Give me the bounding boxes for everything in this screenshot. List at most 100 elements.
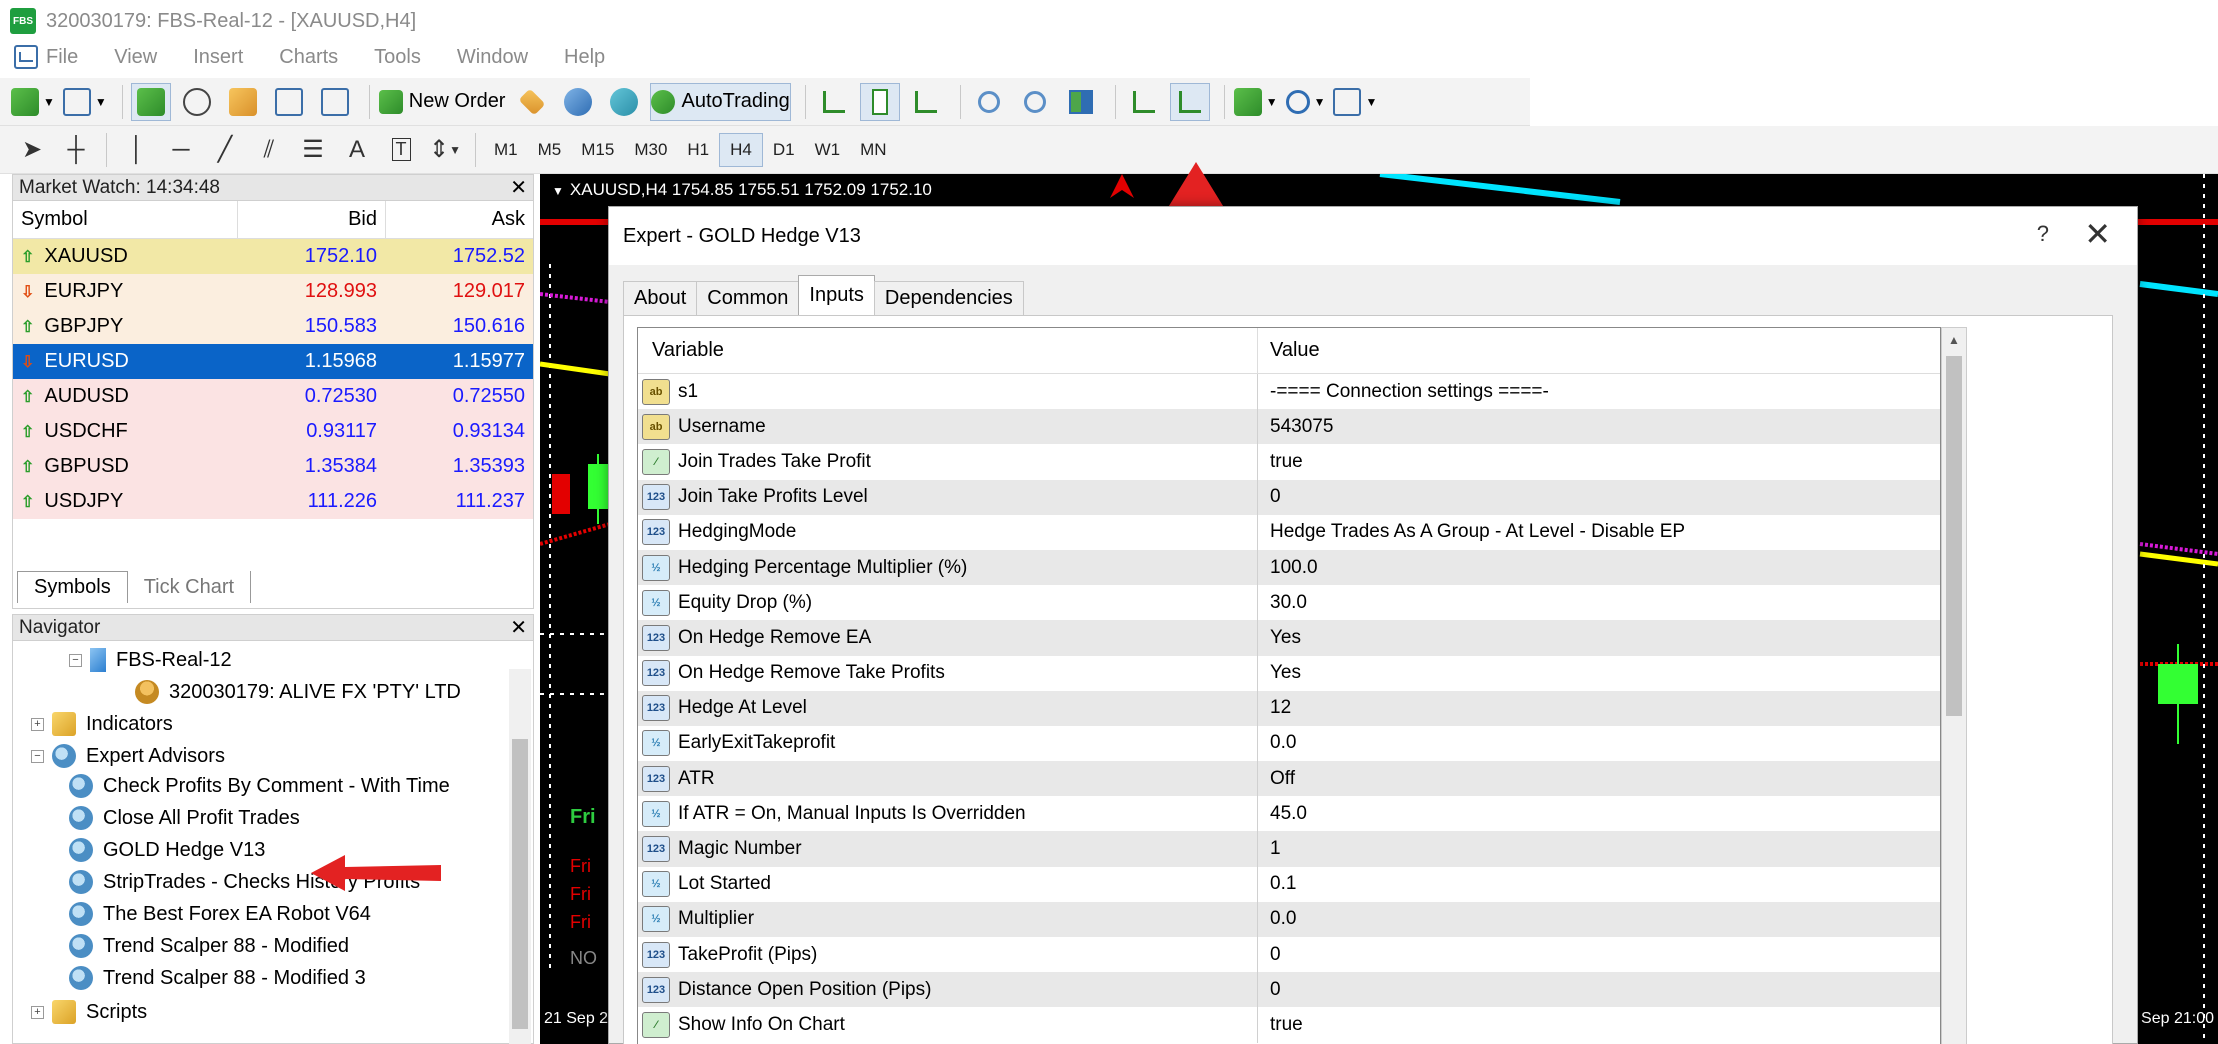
line-chart-button[interactable] — [906, 83, 946, 121]
data-window-toggle[interactable] — [177, 83, 217, 121]
close-icon[interactable]: ✕ — [2084, 215, 2111, 253]
new-order-button[interactable]: New Order — [378, 83, 507, 121]
input-row[interactable]: ½ Lot Started 0.1 — [638, 866, 1940, 902]
expand-icon[interactable]: + — [31, 1005, 44, 1019]
input-value-cell[interactable]: Yes — [1258, 627, 1301, 649]
zoom-in-button[interactable] — [969, 83, 1009, 121]
nav-expert-item[interactable]: Trend Scalper 88 - Modified — [69, 931, 349, 961]
market-watch-row[interactable]: ⇧ USDJPY 111.226 111.237 — [13, 484, 533, 519]
input-value-cell[interactable]: Off — [1258, 768, 1295, 790]
input-value-cell[interactable]: 543075 — [1258, 416, 1333, 438]
nav-expert-advisors[interactable]: − Expert Advisors — [31, 741, 225, 771]
input-value-cell[interactable]: -==== Connection settings ====- — [1258, 381, 1549, 403]
input-row[interactable]: ⁄ Join Trades Take Profit true — [638, 444, 1940, 480]
collapse-icon[interactable]: − — [69, 653, 82, 667]
signals-button[interactable] — [558, 83, 598, 121]
market-watch-close-icon[interactable]: ✕ — [510, 175, 527, 200]
nav-expert-item[interactable]: The Best Forex EA Robot V64 — [69, 899, 371, 929]
collapse-icon[interactable]: − — [31, 749, 44, 763]
input-value-cell[interactable]: 0.1 — [1258, 873, 1296, 895]
input-value-cell[interactable]: 0 — [1258, 486, 1281, 508]
tab-common[interactable]: Common — [696, 281, 800, 315]
column-value[interactable]: Value — [1258, 339, 1320, 362]
timeframe-mn[interactable]: MN — [850, 133, 896, 167]
input-row[interactable]: 123 On Hedge Remove EA Yes — [638, 620, 1940, 656]
input-value-cell[interactable]: 1 — [1258, 838, 1281, 860]
column-symbol[interactable]: Symbol — [13, 208, 237, 231]
input-value-cell[interactable]: true — [1258, 451, 1303, 473]
column-bid[interactable]: Bid — [237, 201, 385, 238]
scroll-up-icon[interactable]: ▲ — [1942, 328, 1966, 352]
inputs-scrollbar[interactable]: ▲ — [1941, 327, 1967, 1044]
navigator-close-icon[interactable]: ✕ — [510, 615, 527, 640]
inputs-scroll-thumb[interactable] — [1946, 356, 1962, 716]
input-row[interactable]: ½ Hedging Percentage Multiplier (%) 100.0 — [638, 549, 1940, 586]
tab-tick-chart[interactable]: Tick Chart — [128, 571, 252, 603]
tile-windows-button[interactable] — [1061, 83, 1101, 121]
cursor-tool[interactable]: ➤ — [10, 131, 54, 169]
input-value-cell[interactable]: 45.0 — [1258, 803, 1307, 825]
navigator-scrollbar[interactable] — [509, 669, 531, 1044]
terminal-toggle[interactable] — [269, 83, 309, 121]
timeframe-m15[interactable]: M15 — [571, 133, 624, 167]
nav-server[interactable]: − FBS-Real-12 — [69, 645, 232, 675]
timeframe-m1[interactable]: M1 — [484, 133, 528, 167]
text-label-tool[interactable]: T — [379, 131, 423, 169]
input-row[interactable]: 123 ATR Off — [638, 761, 1940, 797]
market-watch-row[interactable]: ⇩ EURJPY 128.993 129.017 — [13, 274, 533, 309]
market-watch-row[interactable]: ⇧ XAUUSD 1752.10 1752.52 — [13, 239, 533, 274]
templates-button[interactable]: ▼ — [1332, 83, 1378, 121]
indicators-list-button[interactable]: ▼ — [1233, 83, 1279, 121]
tab-about[interactable]: About — [623, 281, 698, 315]
input-value-cell[interactable]: 12 — [1258, 697, 1291, 719]
text-tool[interactable]: A — [335, 131, 379, 169]
market-watch-row[interactable]: ⇧ GBPUSD 1.35384 1.35393 — [13, 449, 533, 484]
strategy-tester-toggle[interactable] — [315, 83, 355, 121]
nav-expert-item[interactable]: Check Profits By Comment - With Time — [69, 771, 450, 801]
metaeditor-button[interactable] — [512, 83, 552, 121]
nav-expert-item[interactable]: GOLD Hedge V13 — [69, 835, 265, 865]
trendline-tool[interactable]: ╱ — [203, 131, 247, 169]
input-row[interactable]: 123 Join Take Profits Level 0 — [638, 479, 1940, 515]
navigator-toggle[interactable] — [223, 83, 263, 121]
input-row[interactable]: ab Username 543075 — [638, 409, 1940, 445]
expand-icon[interactable]: + — [31, 717, 44, 731]
tab-dependencies[interactable]: Dependencies — [873, 281, 1024, 315]
bar-chart-button[interactable] — [814, 83, 854, 121]
channel-tool[interactable]: ⫽ — [247, 131, 291, 169]
menu-tools[interactable]: Tools — [374, 46, 421, 69]
periods-button[interactable]: ▼ — [1285, 83, 1327, 121]
nav-indicators[interactable]: + Indicators — [31, 709, 173, 739]
chart-window-icon[interactable] — [14, 45, 38, 69]
market-watch-row[interactable]: ⇧ GBPJPY 150.583 150.616 — [13, 309, 533, 344]
candlestick-button[interactable] — [859, 82, 900, 121]
input-value-cell[interactable]: 100.0 — [1258, 557, 1318, 579]
timeframe-w1[interactable]: W1 — [805, 133, 851, 167]
input-value-cell[interactable]: 0 — [1258, 979, 1281, 1001]
column-variable[interactable]: Variable — [638, 328, 1258, 373]
input-value-cell[interactable]: 0 — [1258, 944, 1281, 966]
input-row[interactable]: 123 Magic Number 1 — [638, 831, 1940, 867]
menu-window[interactable]: Window — [457, 46, 528, 69]
input-row[interactable]: ½ If ATR = On, Manual Inputs Is Overridde… — [638, 796, 1940, 832]
timeframe-d1[interactable]: D1 — [763, 133, 805, 167]
timeframe-m5[interactable]: M5 — [528, 133, 572, 167]
market-watch-row[interactable]: ⇧ AUDUSD 0.72530 0.72550 — [13, 379, 533, 414]
tab-symbols[interactable]: Symbols — [17, 571, 128, 603]
input-value-cell[interactable]: 30.0 — [1258, 592, 1307, 614]
input-value-cell[interactable]: true — [1258, 1014, 1303, 1036]
market-watch-row[interactable]: ⇧ USDCHF 0.93117 0.93134 — [13, 414, 533, 449]
fibonacci-tool[interactable]: ☰ — [291, 131, 335, 169]
input-row[interactable]: ½ Equity Drop (%) 30.0 — [638, 585, 1940, 621]
input-row[interactable]: 123 TakeProfit (Pips) 0 — [638, 937, 1940, 973]
input-row[interactable]: 123 On Hedge Remove Take Profits Yes — [638, 655, 1940, 691]
nav-account[interactable]: 320030179: ALIVE FX 'PTY' LTD — [135, 677, 461, 707]
market-watch-row[interactable]: ⇩ EURUSD 1.15968 1.15977 — [13, 344, 533, 379]
input-value-cell[interactable]: Yes — [1258, 662, 1301, 684]
input-value-cell[interactable]: Hedge Trades As A Group - At Level - Dis… — [1258, 521, 1685, 543]
new-chart-button[interactable]: ▼ — [10, 83, 56, 121]
crosshair-tool[interactable]: ┼ — [54, 131, 98, 169]
input-row[interactable]: 123 HedgingMode Hedge Trades As A Group - … — [638, 514, 1940, 550]
help-icon[interactable]: ? — [2037, 221, 2049, 247]
chart-shift-button[interactable] — [1124, 83, 1164, 121]
